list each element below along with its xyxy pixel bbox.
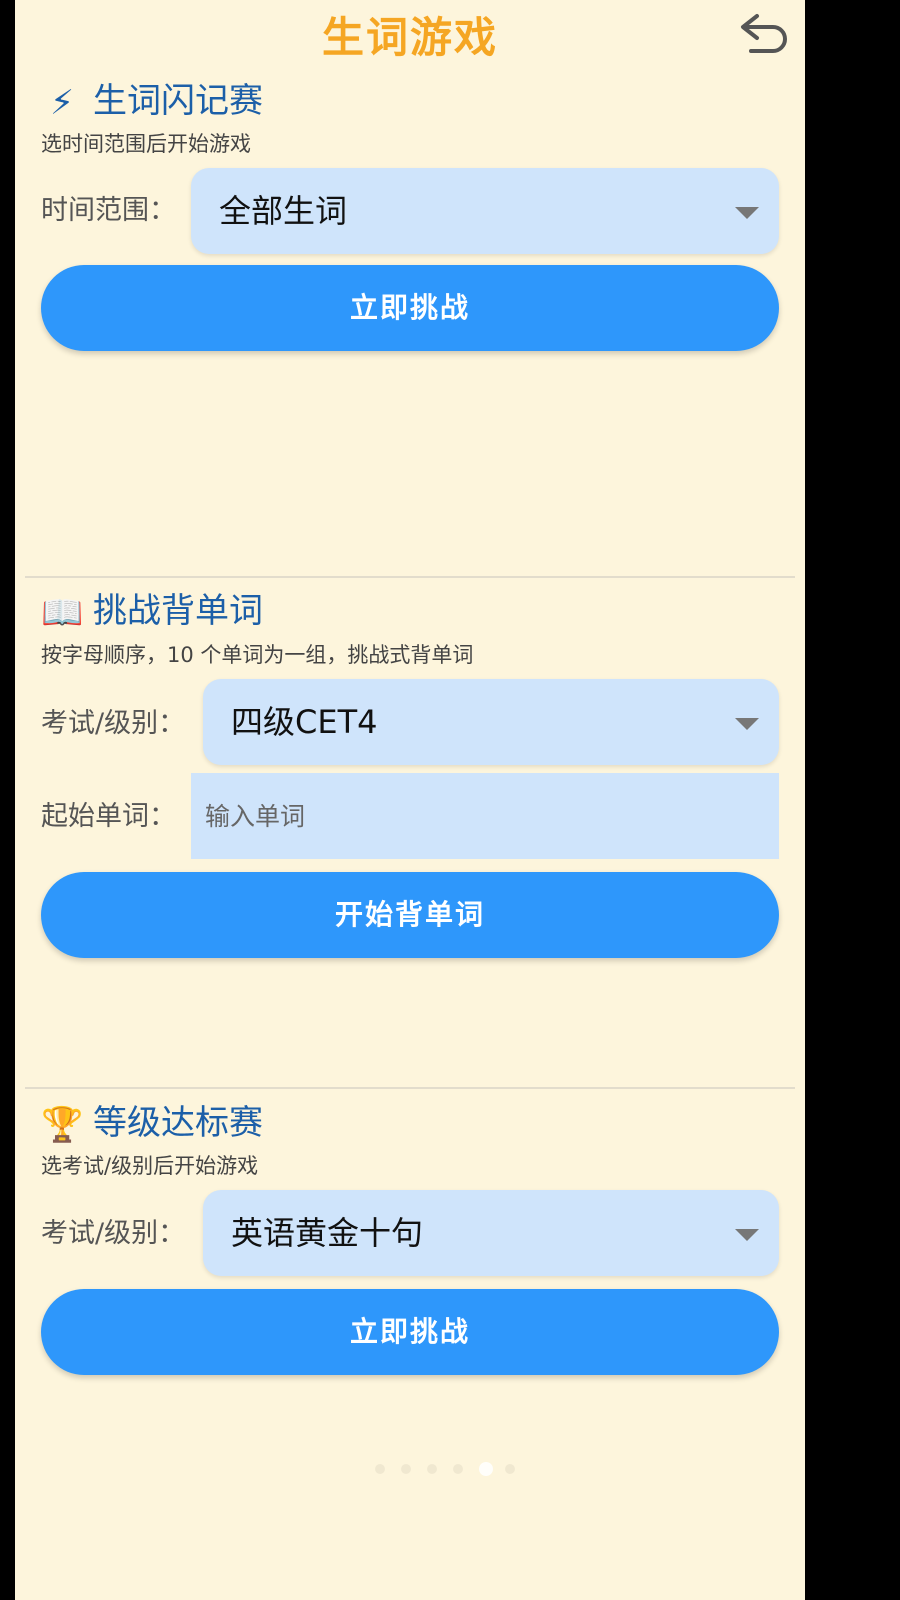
level-contest-description: 选考试/级别后开始游戏 bbox=[41, 1154, 259, 1178]
time-range-label: 时间范围： bbox=[41, 195, 176, 226]
word-challenge-title-text: 挑战背单词 bbox=[93, 591, 263, 631]
page-dot-active[interactable] bbox=[479, 1462, 493, 1476]
dropdown-arrow-icon bbox=[735, 207, 759, 219]
section-divider bbox=[25, 576, 795, 578]
page-title: 生词游戏 bbox=[321, 13, 498, 62]
time-range-selected-value: 全部生词 bbox=[219, 192, 348, 230]
flash-challenge-button[interactable]: 立即挑战 bbox=[41, 265, 779, 351]
back-button[interactable] bbox=[737, 10, 791, 58]
level-contest-section-title: 🏆 等级达标赛 bbox=[41, 1098, 263, 1148]
start-word-input[interactable] bbox=[191, 773, 779, 859]
time-range-select[interactable]: 全部生词 bbox=[191, 168, 779, 254]
word-challenge-section-title: 📖 挑战背单词 bbox=[41, 586, 263, 636]
level-challenge-button[interactable]: 立即挑战 bbox=[41, 1289, 779, 1375]
exam-level-label: 考试/级别： bbox=[41, 708, 186, 739]
exam-level-selected-value: 四级CET4 bbox=[231, 703, 378, 741]
level-exam-label: 考试/级别： bbox=[41, 1218, 186, 1249]
page-indicator bbox=[375, 1460, 535, 1480]
page-dot[interactable] bbox=[453, 1464, 463, 1474]
page-dot[interactable] bbox=[401, 1464, 411, 1474]
level-exam-selected-value: 英语黄金十句 bbox=[231, 1214, 424, 1252]
start-word-label: 起始单词： bbox=[41, 801, 176, 832]
dropdown-arrow-icon bbox=[735, 1229, 759, 1241]
level-exam-select[interactable]: 英语黄金十句 bbox=[203, 1190, 779, 1276]
flash-memory-description: 选时间范围后开始游戏 bbox=[41, 132, 251, 156]
flash-memory-title-text: 生词闪记赛 bbox=[93, 81, 263, 121]
level-contest-title-text: 等级达标赛 bbox=[93, 1103, 263, 1143]
page-dot[interactable] bbox=[427, 1464, 437, 1474]
word-challenge-description: 按字母顺序，10 个单词为一组，挑战式背单词 bbox=[41, 643, 474, 667]
exam-level-select[interactable]: 四级CET4 bbox=[203, 679, 779, 765]
open-book-icon: 📖 bbox=[41, 592, 84, 633]
flash-memory-section-title: ⚡ 生词闪记赛 bbox=[41, 76, 263, 126]
section-divider bbox=[25, 1087, 795, 1089]
start-memorize-button[interactable]: 开始背单词 bbox=[41, 872, 779, 958]
app-screen: 生词游戏 ⚡ 生词闪记赛 选时间范围后开始游戏 时间范围： 全部生词 立即挑战 📖… bbox=[15, 0, 805, 1600]
page-dot[interactable] bbox=[505, 1464, 515, 1474]
lightning-icon: ⚡ bbox=[50, 82, 74, 123]
trophy-icon: 🏆 bbox=[41, 1104, 84, 1145]
dropdown-arrow-icon bbox=[735, 718, 759, 730]
undo-arrow-icon bbox=[741, 14, 787, 53]
page-dot[interactable] bbox=[375, 1464, 385, 1474]
